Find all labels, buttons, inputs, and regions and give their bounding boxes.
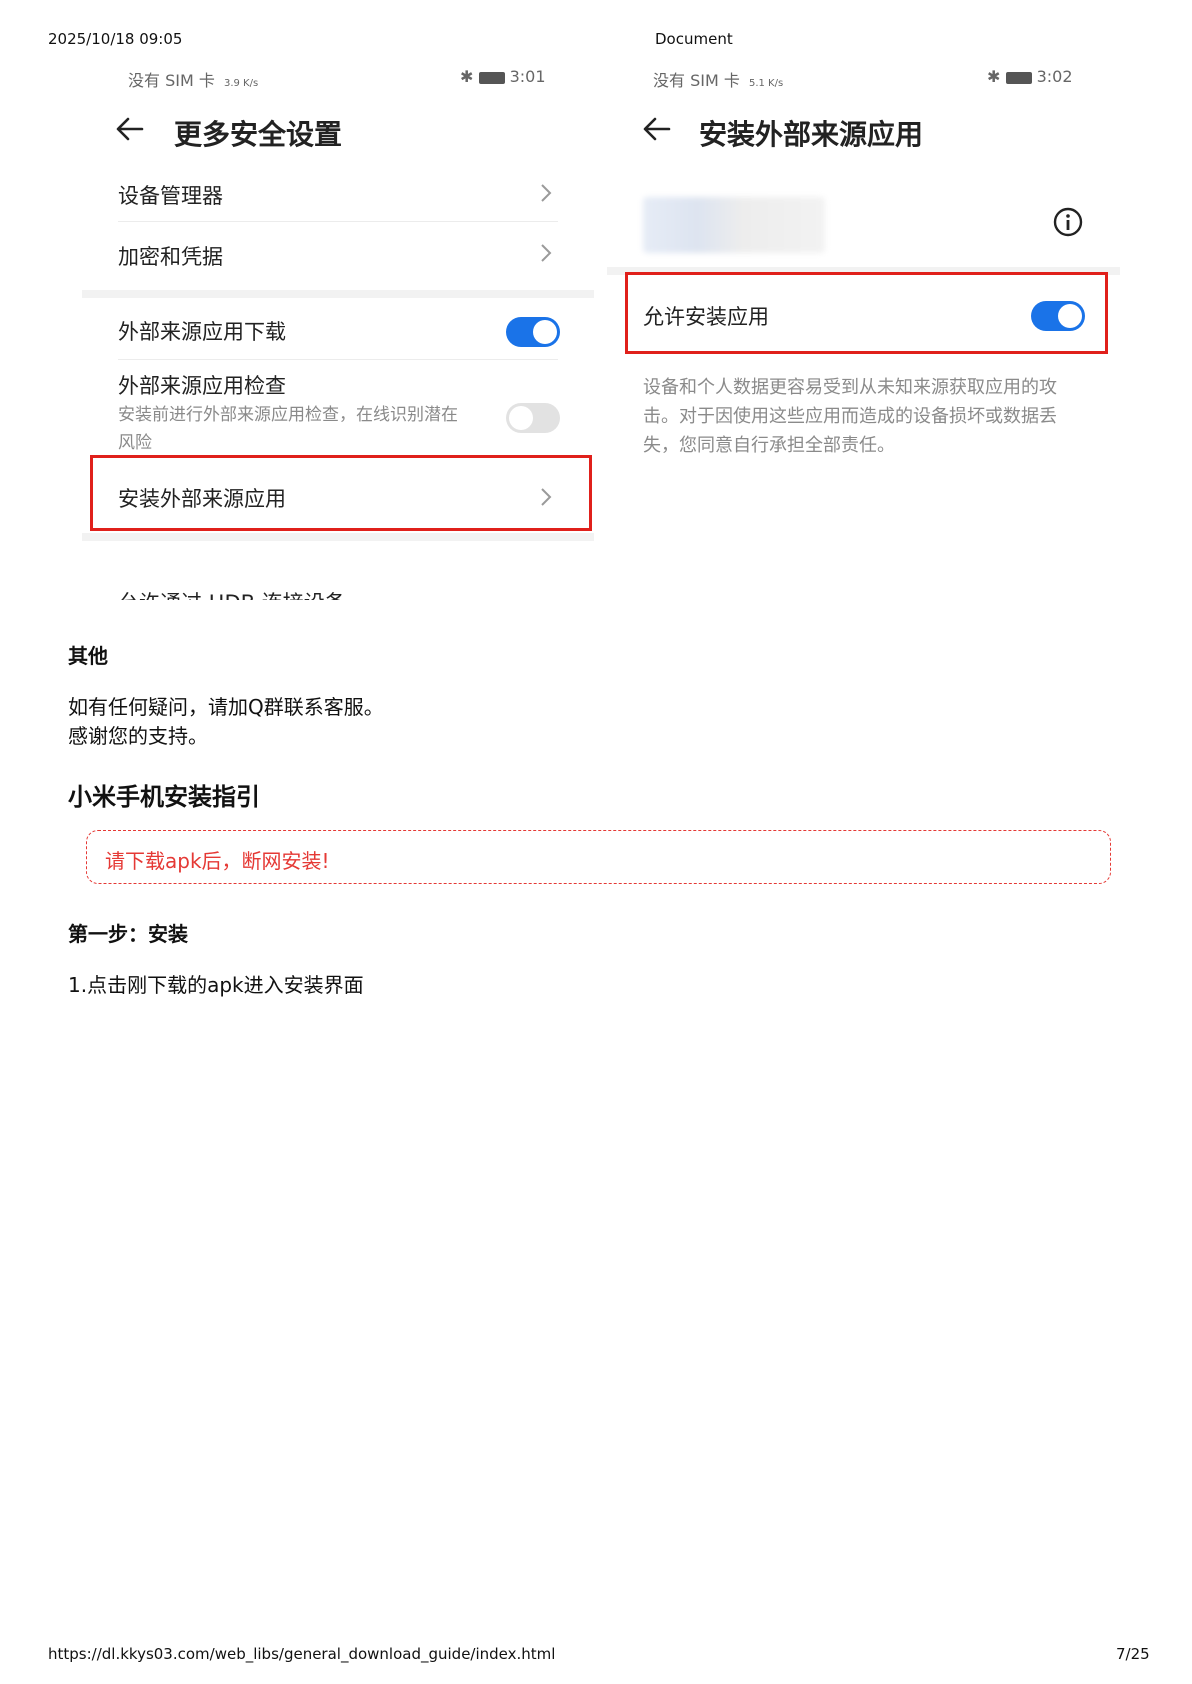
- highlight-box: [625, 272, 1108, 354]
- network-speed: 5.1 K/s: [748, 78, 784, 89]
- risk-warning: 设备和个人数据更容易受到从未知来源获取应用的攻击。对于因使用这些应用而造成的设备…: [643, 377, 1057, 456]
- heading-step-one: 第一步：安装: [68, 922, 188, 946]
- row-encryption-credentials[interactable]: 加密和凭据: [82, 223, 594, 288]
- divider: [118, 221, 558, 222]
- back-arrow-icon[interactable]: [643, 117, 671, 141]
- sim-status: 没有 SIM 卡: [128, 71, 215, 90]
- screenshot-more-security-settings: 没有 SIM 卡 3.9 K/s ✱ 3:01 更多安全设置 设备管理器 加密和…: [82, 55, 594, 600]
- bluetooth-icon: ✱: [460, 67, 474, 86]
- page-url: https://dl.kkys03.com/web_libs/general_d…: [48, 1645, 556, 1663]
- status-time: 3:01: [509, 67, 546, 86]
- row-label: 外部来源应用下载: [118, 320, 286, 344]
- external-check-toggle[interactable]: [506, 403, 560, 433]
- sim-status: 没有 SIM 卡: [653, 71, 740, 90]
- screenshot-install-external-apps: 没有 SIM 卡 5.1 K/s ✱ 3:02 安装外部来源应用 允许安装应用 …: [607, 55, 1120, 475]
- offline-install-notice: 请下载apk后，断网安装!: [86, 830, 1111, 884]
- chevron-right-icon: [541, 244, 552, 262]
- page-number: 7/25: [1116, 1645, 1150, 1663]
- contact-text: 如有任何疑问，请加Q群联系客服。: [68, 695, 384, 719]
- blurred-app-info: [643, 197, 825, 253]
- highlight-box: [90, 455, 592, 531]
- row-label-cutoff: 允许通过 HDB 连接设备: [118, 587, 346, 600]
- status-bar-right: ✱ 3:02: [987, 67, 1073, 86]
- document-title: Document: [655, 30, 733, 48]
- row-external-check[interactable]: 外部来源应用检查 安装前进行外部来源应用检查，在线识别潜在风险: [82, 361, 594, 461]
- back-arrow-icon[interactable]: [116, 117, 144, 141]
- status-time: 3:02: [1036, 67, 1073, 86]
- network-speed: 3.9 K/s: [223, 78, 259, 89]
- row-label: 设备管理器: [118, 184, 223, 208]
- battery-icon: [478, 71, 505, 84]
- row-label: 加密和凭据: [118, 245, 223, 269]
- row-external-download[interactable]: 外部来源应用下载: [82, 298, 594, 360]
- row-description: 安装前进行外部来源应用检查，在线识别潜在风险: [118, 405, 458, 453]
- bluetooth-icon: ✱: [987, 67, 1001, 86]
- chevron-right-icon: [541, 184, 552, 202]
- status-bar-right: ✱ 3:01: [460, 67, 546, 86]
- page-title: 安装外部来源应用: [699, 118, 924, 151]
- divider: [118, 359, 558, 360]
- step-one-item: 1.点击刚下载的apk进入安装界面: [68, 973, 364, 997]
- print-datetime: 2025/10/18 09:05: [48, 30, 183, 48]
- heading-xiaomi-guide: 小米手机安装指引: [68, 783, 260, 811]
- row-label: 外部来源应用检查: [118, 374, 286, 398]
- notice-text: 请下载apk后，断网安装!: [105, 849, 330, 873]
- heading-other: 其他: [68, 644, 108, 668]
- page-title: 更多安全设置: [174, 118, 343, 151]
- status-bar-left: 没有 SIM 卡 3.9 K/s: [128, 67, 258, 91]
- section-gap: [82, 290, 594, 298]
- section-gap: [82, 533, 594, 541]
- external-download-toggle[interactable]: [506, 317, 560, 347]
- thanks-text: 感谢您的支持。: [68, 724, 208, 748]
- info-icon[interactable]: [1052, 206, 1084, 238]
- battery-icon: [1005, 71, 1032, 84]
- status-bar-left: 没有 SIM 卡 5.1 K/s: [653, 67, 783, 91]
